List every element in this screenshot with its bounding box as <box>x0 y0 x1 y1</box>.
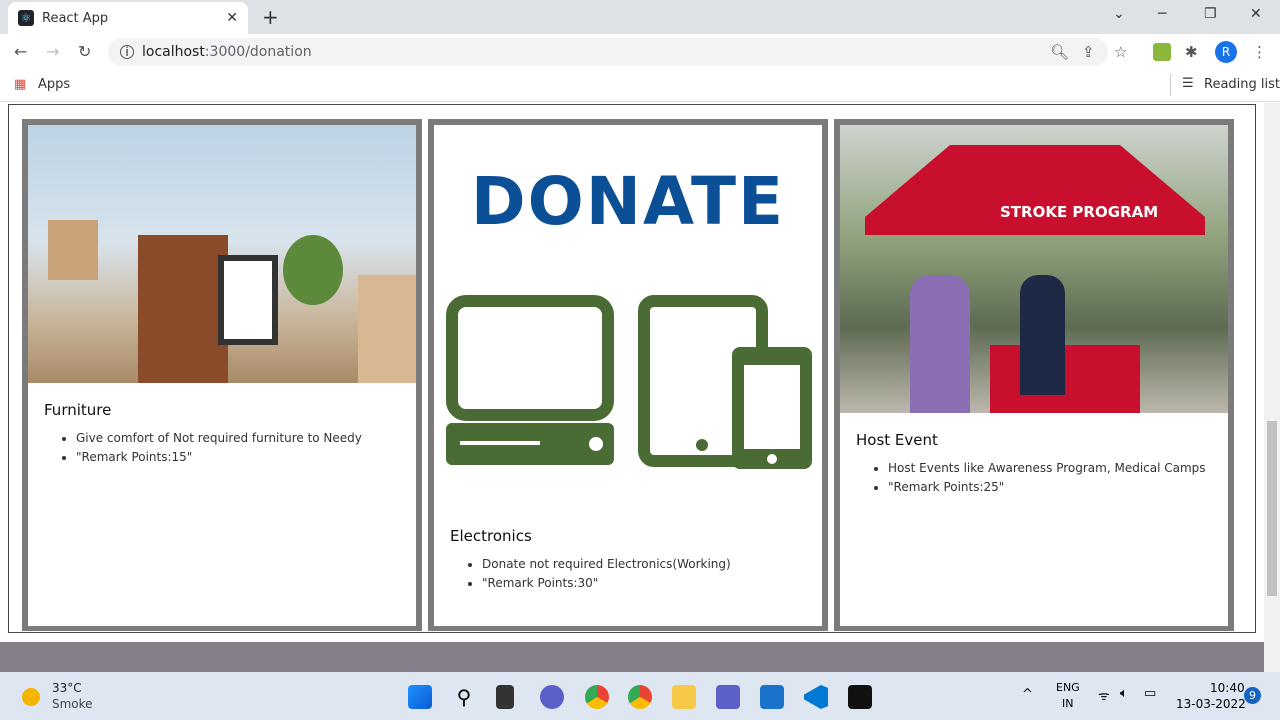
reload-icon[interactable]: ↻ <box>78 42 91 61</box>
bookmark-apps[interactable]: Apps <box>38 77 70 92</box>
reading-list[interactable]: Reading list <box>1204 77 1280 92</box>
donate-image: DONATE <box>434 125 822 505</box>
card-detail: "Remark Points:15" <box>76 448 416 467</box>
search-icon[interactable]: ⚲ <box>452 685 476 709</box>
card-detail: "Remark Points:25" <box>888 478 1228 497</box>
minimize-button[interactable]: ─ <box>1158 6 1166 22</box>
furniture-image <box>28 125 416 383</box>
donate-text: DONATE <box>470 163 786 240</box>
back-icon[interactable]: ← <box>14 42 27 61</box>
card-title: Host Event <box>856 431 938 449</box>
devices-icon <box>446 295 812 469</box>
weather-icon <box>22 688 40 706</box>
file-explorer-icon[interactable] <box>672 685 696 709</box>
card-title: Electronics <box>450 527 532 545</box>
temperature[interactable]: 33°C <box>52 681 82 695</box>
page-content: Furniture Give comfort of Not required f… <box>0 103 1264 672</box>
mail-icon[interactable] <box>760 685 784 709</box>
extensions-puzzle-icon[interactable]: ✱ <box>1185 43 1198 61</box>
extension-icon[interactable] <box>1153 43 1171 61</box>
task-view-icon[interactable] <box>496 685 514 709</box>
chat-icon[interactable] <box>540 685 564 709</box>
card-details: Donate not required Electronics(Working)… <box>482 555 822 593</box>
terminal-icon[interactable] <box>848 685 872 709</box>
card-host-event[interactable]: STROKE PROGRAM Host Event Host Events li… <box>834 119 1234 631</box>
new-tab-button[interactable]: + <box>262 5 279 29</box>
info-icon[interactable]: i <box>120 45 134 59</box>
tab-search-icon[interactable]: ⌄ <box>1113 6 1125 22</box>
language[interactable]: ENG <box>1056 681 1080 694</box>
tray-chevron-icon[interactable]: ^ <box>1022 687 1033 702</box>
region[interactable]: IN <box>1062 697 1073 710</box>
url-host: localhost <box>142 44 205 60</box>
tab-title: React App <box>42 10 109 26</box>
share-icon[interactable]: ⇪ <box>1082 43 1095 61</box>
forward-icon[interactable]: → <box>46 42 59 61</box>
scrollbar[interactable] <box>1264 103 1280 672</box>
card-details: Give comfort of Not required furniture t… <box>76 429 416 467</box>
bookmarks-bar: ▦ Apps ☰ Reading list <box>0 70 1280 102</box>
banner-text: STROKE PROGRAM <box>1000 203 1159 221</box>
restore-button[interactable]: ❐ <box>1204 6 1217 22</box>
clock-time[interactable]: 10:40 <box>1210 681 1245 695</box>
react-icon: ⚛ <box>18 10 34 26</box>
card-detail: Donate not required Electronics(Working) <box>482 555 822 574</box>
weather-condition[interactable]: Smoke <box>52 697 93 711</box>
battery-icon[interactable]: ▭ <box>1144 686 1156 701</box>
card-details: Host Events like Awareness Program, Medi… <box>888 459 1228 497</box>
reading-list-icon: ☰ <box>1182 76 1194 91</box>
clock-date[interactable]: 13-03-2022 <box>1176 697 1246 711</box>
star-icon[interactable]: ☆ <box>1114 43 1127 61</box>
card-detail: Give comfort of Not required furniture t… <box>76 429 416 448</box>
scrollbar-thumb[interactable] <box>1267 421 1277 596</box>
wifi-icon[interactable]: ᯤ <box>1098 686 1110 704</box>
address-bar[interactable]: i localhost:3000/donation <box>108 38 1108 66</box>
tab-react-app[interactable]: ⚛ React App ✕ <box>8 2 248 34</box>
close-window-button[interactable]: ✕ <box>1250 6 1262 22</box>
chrome-icon[interactable] <box>585 685 609 709</box>
url-path: :3000/donation <box>204 44 312 60</box>
card-detail: Host Events like Awareness Program, Medi… <box>888 459 1228 478</box>
start-icon[interactable] <box>408 685 432 709</box>
page-footer <box>0 642 1264 672</box>
card-electronics[interactable]: DONATE Electronics Donate not required E… <box>428 119 828 631</box>
close-tab-icon[interactable]: ✕ <box>226 10 238 26</box>
host-event-image: STROKE PROGRAM <box>840 125 1228 413</box>
notification-badge[interactable]: 9 <box>1244 687 1261 704</box>
volume-icon[interactable]: 🔈︎ <box>1120 686 1128 701</box>
card-title: Furniture <box>44 401 112 419</box>
card-detail: "Remark Points:30" <box>482 574 822 593</box>
teams-icon[interactable] <box>716 685 740 709</box>
profile-avatar[interactable]: R <box>1215 41 1237 63</box>
menu-icon[interactable]: ⋮ <box>1252 43 1267 61</box>
tab-strip: ⚛ React App ✕ + ⌄ ─ ❐ ✕ <box>0 0 1280 34</box>
card-furniture[interactable]: Furniture Give comfort of Not required f… <box>22 119 422 631</box>
chrome-alt-icon[interactable] <box>628 685 652 709</box>
zoom-icon[interactable]: 🔍︎ <box>1050 43 1069 61</box>
apps-grid-icon: ▦ <box>14 77 27 92</box>
